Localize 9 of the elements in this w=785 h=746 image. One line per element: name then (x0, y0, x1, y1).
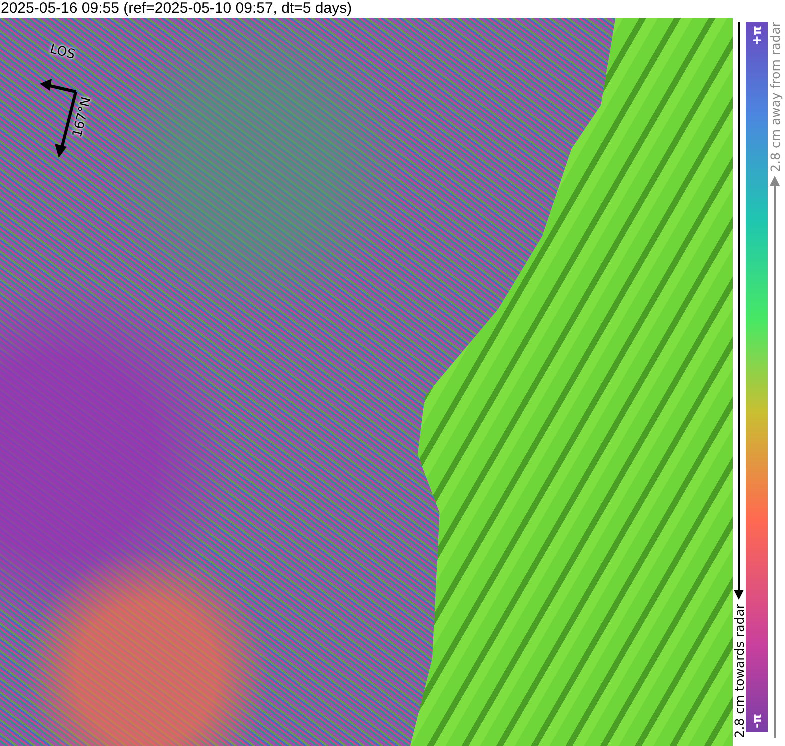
los-label: LOS (48, 42, 77, 64)
heading-label: 167°N (70, 96, 95, 140)
plot-title: 2025-05-16 09:55 (ref=2025-05-10 09:57, dt=5 days) (0, 0, 352, 18)
max-phase-label: +π (750, 25, 764, 48)
towards-arrow-icon (734, 22, 744, 600)
min-phase-label: -π (750, 712, 764, 730)
away-arrow-icon (770, 176, 780, 738)
towards-label: 2.8 cm towards radar (732, 604, 746, 738)
away-label: 2.8 cm away from radar (768, 22, 782, 172)
